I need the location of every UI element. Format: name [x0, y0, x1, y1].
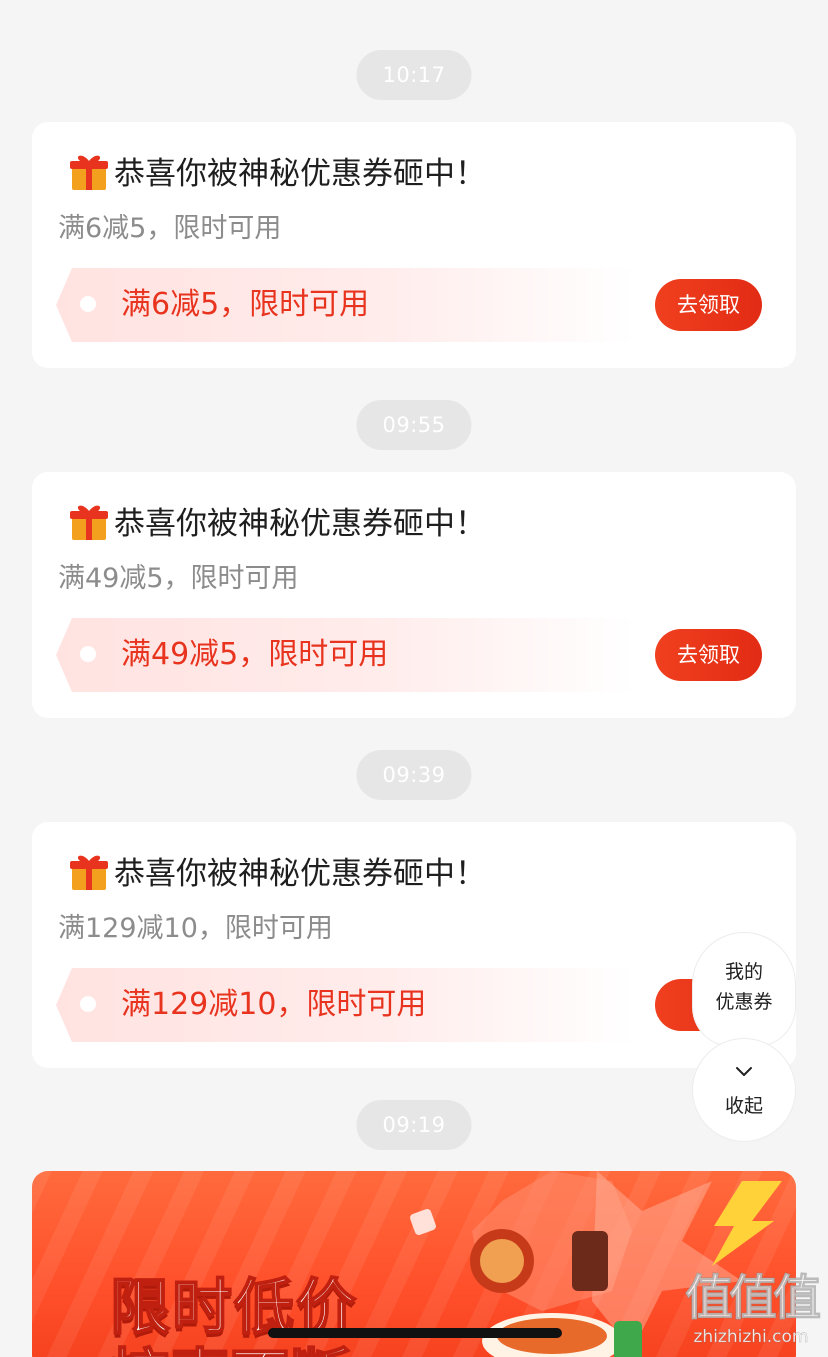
gift-icon: [70, 155, 108, 190]
floating-coupon-widget: 我的 优惠券 收起: [692, 932, 796, 1142]
coupon-text: 满49减5，限时可用: [121, 637, 389, 672]
coupon-message-card: 恭喜你被神秘优惠券砸中！ 满49减5，限时可用 满49减5，限时可用 去领取: [32, 472, 796, 718]
my-coupons-button[interactable]: 我的 优惠券: [692, 932, 796, 1047]
card-subtitle: 满6减5，限时可用: [58, 213, 282, 244]
coupon-text: 满6减5，限时可用: [121, 287, 370, 322]
coupon-text: 满129减10，限时可用: [121, 987, 427, 1022]
card-title-text: 恭喜你被神秘优惠券砸中！: [114, 156, 486, 192]
coupon-dot: [80, 296, 96, 312]
watermark-glyphs: 值值值: [684, 1270, 821, 1327]
timestamp-pill: 09:39: [356, 750, 472, 800]
card-title-text: 恭喜你被神秘优惠券砸中！: [114, 506, 486, 542]
card-title-text: 恭喜你被神秘优惠券砸中！: [114, 856, 486, 892]
timestamp-pill: 09:55: [356, 400, 472, 450]
card-subtitle: 满129减10，限时可用: [58, 913, 333, 944]
card-title: 恭喜你被神秘优惠券砸中！: [68, 148, 486, 193]
card-title: 恭喜你被神秘优惠券砸中！: [68, 498, 486, 543]
my-coupons-label-line2: 优惠券: [715, 991, 773, 1013]
claim-button[interactable]: 去领取: [655, 629, 762, 681]
home-indicator[interactable]: [268, 1328, 562, 1338]
timestamp-pill: 09:19: [356, 1100, 472, 1150]
watermark-url: zhizhizhi.com: [693, 1327, 809, 1348]
site-watermark: 值值值 zhizhizhi.com: [676, 1270, 826, 1348]
coupon-message-card: 恭喜你被神秘优惠券砸中！ 满129减10，限时可用 满129减10，限时可用 去: [32, 822, 796, 1068]
collapse-button[interactable]: 收起: [692, 1038, 796, 1142]
timestamp-pill: 10:17: [356, 50, 472, 100]
coupon-strip[interactable]: 满6减5，限时可用: [56, 268, 636, 342]
coupon-dot: [80, 996, 96, 1012]
coupon-message-card: 恭喜你被神秘优惠券砸中！ 满6减5，限时可用 满6减5，限时可用 去领取: [32, 122, 796, 368]
coupon-strip[interactable]: 满129减10，限时可用: [56, 968, 636, 1042]
card-title: 恭喜你被神秘优惠券砸中！: [68, 848, 486, 893]
claim-button[interactable]: 去领取: [655, 279, 762, 331]
gift-icon: [70, 855, 108, 890]
coupon-strip[interactable]: 满49减5，限时可用: [56, 618, 636, 692]
chevron-down-icon: [736, 1067, 752, 1076]
my-coupons-label-line1: 我的: [724, 961, 763, 983]
card-subtitle: 满49减5，限时可用: [58, 563, 299, 594]
gift-icon: [70, 505, 108, 540]
collapse-label: 收起: [724, 1095, 763, 1117]
coupon-dot: [80, 646, 96, 662]
